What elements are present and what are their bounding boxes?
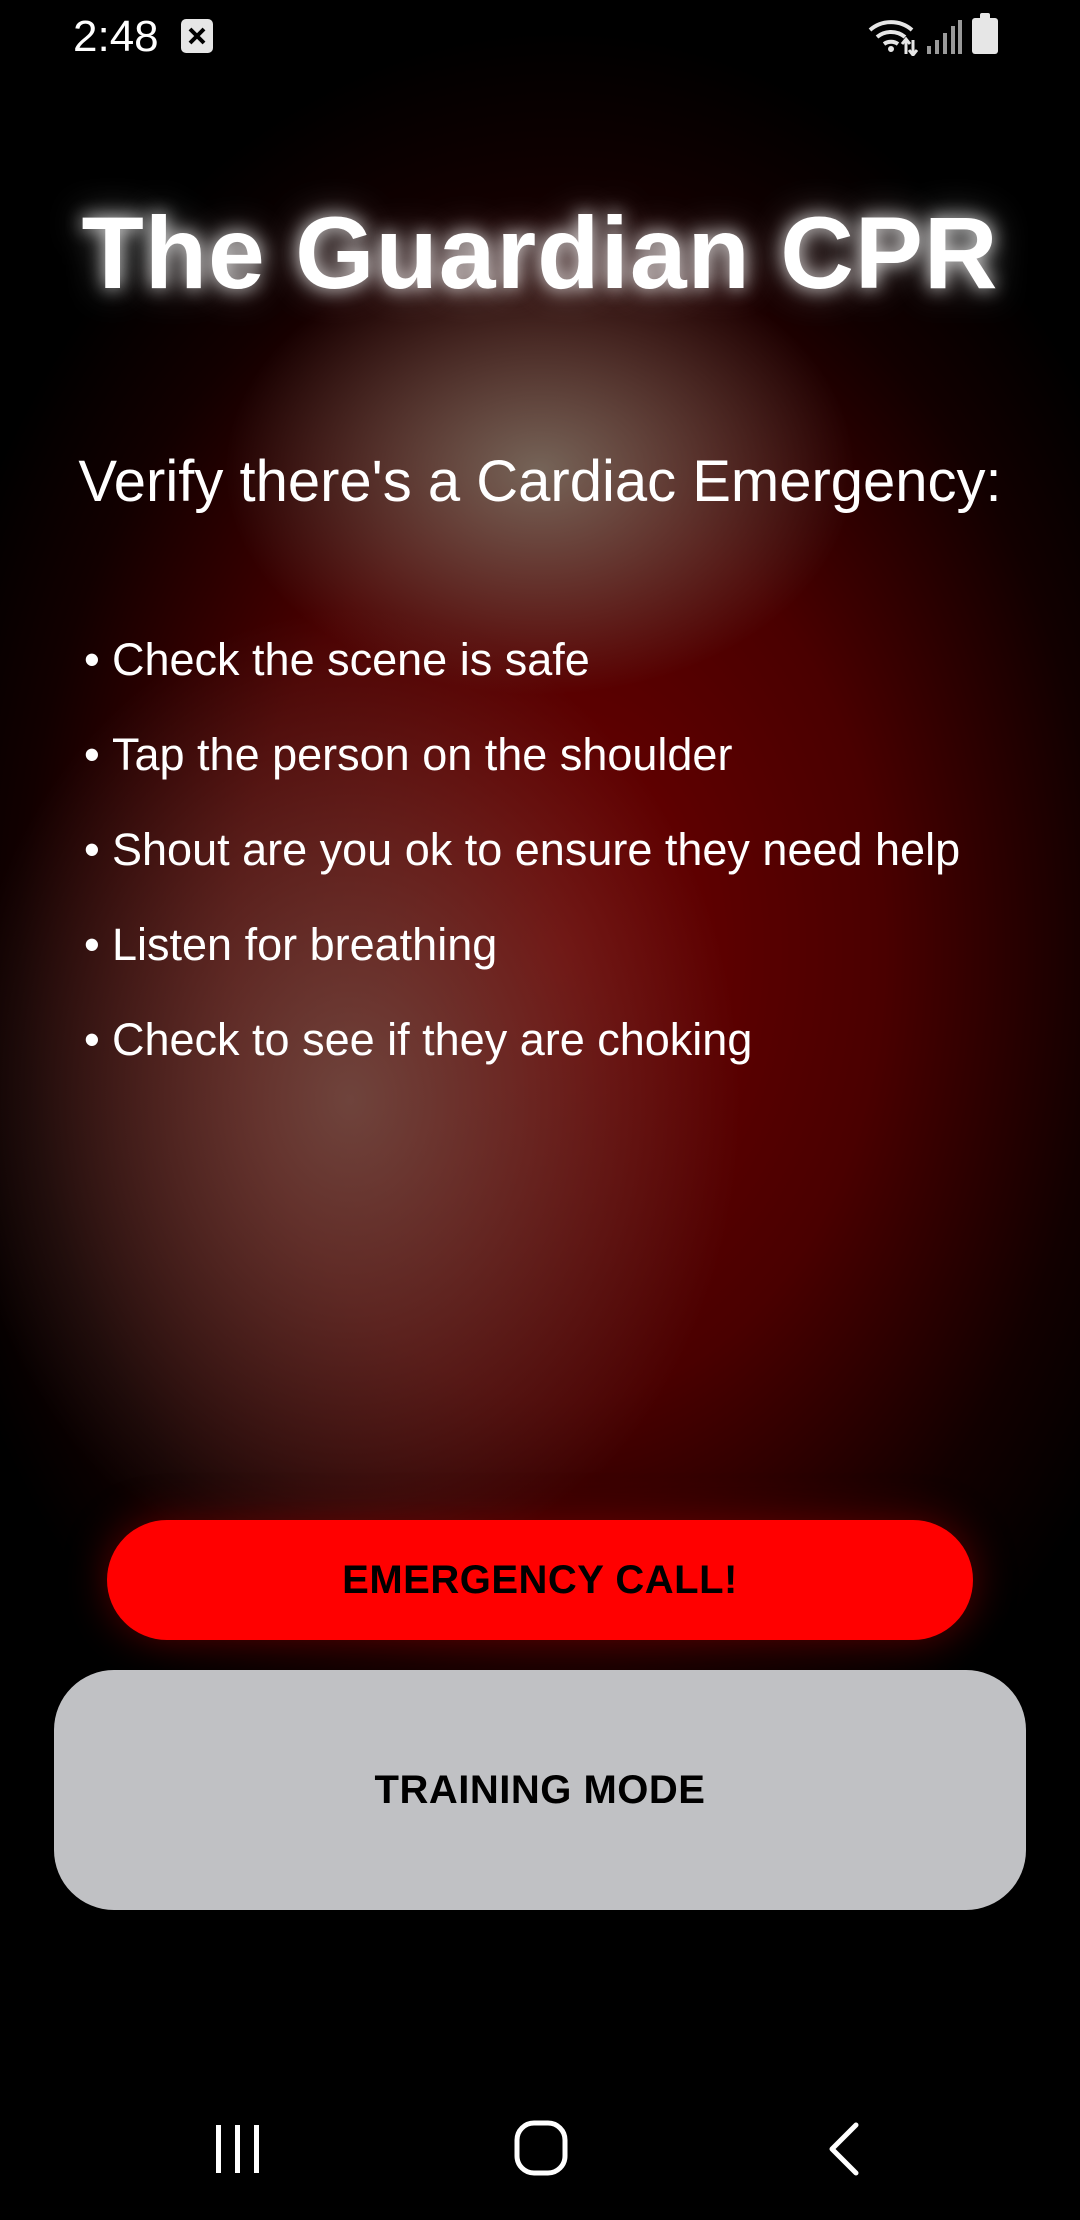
emergency-call-button[interactable]: EMERGENCY CALL! (107, 1520, 973, 1640)
bullet: • (84, 1014, 100, 1065)
home-icon[interactable] (514, 2120, 568, 2176)
checklist-item: • Listen for breathing (84, 915, 1064, 1010)
status-bar: 2:48 (0, 0, 1080, 72)
notification-icon (181, 19, 213, 53)
checklist-item: • Tap the person on the shoulder (84, 725, 1064, 820)
status-time: 2:48 (73, 12, 159, 61)
status-icons (868, 13, 1008, 56)
verification-checklist: • Check the scene is safe • Tap the person… (84, 630, 1064, 1105)
back-icon[interactable] (826, 2122, 862, 2176)
bullet: • (84, 824, 100, 875)
bullet: • (84, 634, 100, 685)
bullet: • (84, 919, 100, 970)
checklist-item-text: Tap the person on the shoulder (112, 729, 733, 780)
recents-icon[interactable] (212, 2123, 264, 2175)
checklist-item-text: Listen for breathing (112, 919, 498, 970)
training-mode-button[interactable]: TRAINING MODE (54, 1670, 1026, 1910)
signal-icon (927, 20, 962, 54)
checklist-item-text: Check to see if they are choking (112, 1014, 753, 1065)
emergency-prompt: Verify there's a Cardiac Emergency: (78, 449, 1002, 514)
checklist-item-text: Check the scene is safe (112, 634, 590, 685)
checklist-item: • Shout are you ok to ensure they need he… (84, 820, 1064, 915)
bullet: • (84, 729, 100, 780)
checklist-item: • Check the scene is safe (84, 630, 1064, 725)
navigation-bar (0, 2080, 1080, 2220)
checklist-item-text: Shout are you ok to ensure they need hel… (112, 824, 961, 875)
battery-icon (972, 13, 998, 54)
checklist-item: • Check to see if they are choking (84, 1010, 1064, 1105)
wifi-icon (868, 20, 918, 56)
app-title: The Guardian CPR (81, 196, 999, 310)
app-screen: 2:48 The Guardian CPR Verify there's a C… (0, 0, 1080, 2220)
